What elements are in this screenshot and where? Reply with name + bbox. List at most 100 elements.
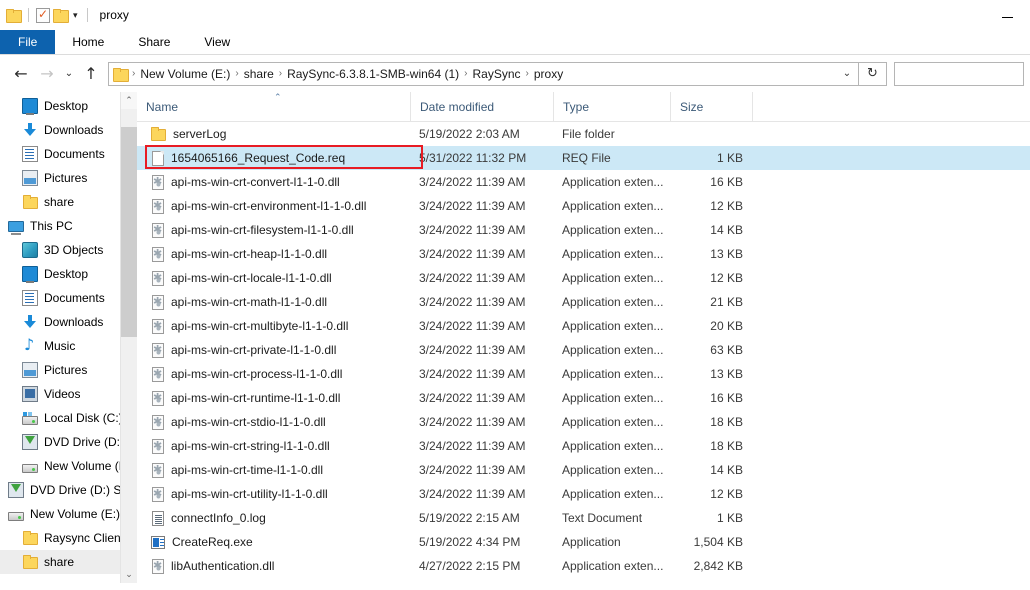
breadcrumb[interactable]: › New Volume (E:) › share › RaySync-6.3.… [108, 61, 859, 86]
table-row[interactable]: license_0.log5/19/2022 2:05 AMText Docum… [137, 578, 1030, 583]
sidebar-item-music[interactable]: Music [0, 334, 137, 358]
scroll-down-icon[interactable]: ⌄ [121, 566, 137, 583]
dll-icon [152, 222, 164, 238]
chevron-down-icon[interactable]: ▾ [71, 10, 80, 21]
scroll-up-icon[interactable]: ⌃ [121, 92, 137, 109]
file-name-cell[interactable]: api-ms-win-crt-utility-l1-1-0.dll [137, 486, 410, 502]
music-icon [22, 335, 38, 354]
sidebar-item-3d-objects[interactable]: 3D Objects [0, 238, 137, 262]
file-name-cell[interactable]: api-ms-win-crt-private-l1-1-0.dll [137, 342, 410, 358]
table-row[interactable]: api-ms-win-crt-filesystem-l1-1-0.dll 3/24… [137, 218, 1030, 242]
column-header-date-modified[interactable]: Date modified [410, 92, 553, 122]
tab-view[interactable]: View [187, 30, 247, 54]
file-name-cell[interactable]: api-ms-win-crt-multibyte-l1-1-0.dll [137, 318, 410, 334]
file-name-cell[interactable]: api-ms-win-crt-heap-l1-1-0.dll [137, 246, 410, 262]
table-row[interactable]: api-ms-win-crt-locale-l1-1-0.dll 3/24/202… [137, 266, 1030, 290]
navigation-scrollbar[interactable]: ⌃ ⌄ [120, 92, 137, 583]
file-name-cell[interactable]: connectInfo_0.log [137, 510, 410, 526]
sort-ascending-icon: ⌃ [274, 92, 282, 103]
sidebar-item-videos[interactable]: Videos [0, 382, 137, 406]
table-row[interactable]: api-ms-win-crt-stdio-l1-1-0.dll 3/24/2022… [137, 410, 1030, 434]
table-row[interactable]: serverLog 5/19/2022 2:03 AM File folder [137, 122, 1030, 146]
column-header-type[interactable]: Type [553, 92, 670, 122]
sidebar-item-downloads[interactable]: Downloads📌 [0, 118, 137, 142]
column-header-size[interactable]: Size [670, 92, 752, 122]
forward-button[interactable]: → [34, 61, 60, 87]
table-row[interactable]: api-ms-win-crt-environment-l1-1-0.dll 3/2… [137, 194, 1030, 218]
sidebar-item-desktop[interactable]: Desktop📌 [0, 94, 137, 118]
breadcrumb-item-3[interactable]: RaySync [469, 67, 525, 81]
file-name-cell[interactable]: api-ms-win-crt-string-l1-1-0.dll [137, 438, 410, 454]
recent-locations-button[interactable]: ⌄ [60, 61, 78, 87]
file-name-cell[interactable]: CreateReq.exe [137, 535, 410, 549]
minimize-button[interactable] [984, 0, 1030, 30]
file-name-label: api-ms-win-crt-heap-l1-1-0.dll [171, 247, 328, 261]
back-button[interactable]: ← [8, 61, 34, 87]
table-row[interactable]: api-ms-win-crt-process-l1-1-0.dll 3/24/20… [137, 362, 1030, 386]
folder-icon[interactable] [6, 9, 22, 23]
sidebar-item-share[interactable]: share [0, 550, 137, 574]
sidebar-item-raysync-client[interactable]: Raysync Client [0, 526, 137, 550]
sidebar-item-desktop[interactable]: Desktop [0, 262, 137, 286]
sidebar-item-this-pc[interactable]: This PC [0, 214, 137, 238]
table-row[interactable]: connectInfo_0.log 5/19/2022 2:15 AM Text D… [137, 506, 1030, 530]
table-row[interactable]: api-ms-win-crt-utility-l1-1-0.dll 3/24/20… [137, 482, 1030, 506]
table-row[interactable]: 1654065166_Request_Code.req 5/31/2022 11:… [137, 146, 1030, 170]
file-name-cell[interactable]: api-ms-win-crt-time-l1-1-0.dll [137, 462, 410, 478]
file-size-cell: 63 KB [710, 343, 743, 357]
breadcrumb-item-2[interactable]: RaySync-6.3.8.1-SMB-win64 (1) [283, 67, 463, 81]
file-name-label: api-ms-win-crt-string-l1-1-0.dll [171, 439, 330, 453]
table-row[interactable]: api-ms-win-crt-math-l1-1-0.dll 3/24/2022 … [137, 290, 1030, 314]
table-row[interactable]: api-ms-win-crt-string-l1-1-0.dll 3/24/202… [137, 434, 1030, 458]
up-button[interactable]: ↑ [78, 61, 104, 87]
sidebar-item-pictures[interactable]: Pictures [0, 358, 137, 382]
drive-icon [22, 463, 38, 473]
file-name-cell[interactable]: api-ms-win-crt-math-l1-1-0.dll [137, 294, 410, 310]
sidebar-item-share[interactable]: share [0, 190, 137, 214]
table-row[interactable]: api-ms-win-crt-heap-l1-1-0.dll 3/24/2022 … [137, 242, 1030, 266]
search-input[interactable] [894, 61, 1024, 86]
sidebar-item-dvd-drive-d-ss[interactable]: DVD Drive (D:) SS [0, 430, 137, 454]
file-name-cell[interactable]: api-ms-win-crt-environment-l1-1-0.dll [137, 198, 410, 214]
scrollbar-thumb[interactable] [121, 127, 137, 337]
column-header-name[interactable]: Name ⌃ [137, 92, 410, 122]
sidebar-item-label: Downloads [44, 315, 104, 329]
file-name-cell[interactable]: api-ms-win-crt-stdio-l1-1-0.dll [137, 414, 410, 430]
sidebar-item-documents[interactable]: Documents📌 [0, 142, 137, 166]
file-name-cell[interactable]: serverLog [137, 126, 410, 142]
table-row[interactable]: api-ms-win-crt-convert-l1-1-0.dll 3/24/20… [137, 170, 1030, 194]
file-name-cell[interactable]: api-ms-win-crt-locale-l1-1-0.dll [137, 270, 410, 286]
sidebar-item-downloads[interactable]: Downloads [0, 310, 137, 334]
table-row[interactable]: api-ms-win-crt-private-l1-1-0.dll 3/24/20… [137, 338, 1030, 362]
file-name-cell[interactable]: api-ms-win-crt-filesystem-l1-1-0.dll [137, 222, 410, 238]
tab-share[interactable]: Share [121, 30, 187, 54]
table-row[interactable]: api-ms-win-crt-time-l1-1-0.dll 3/24/2022 … [137, 458, 1030, 482]
table-row[interactable]: api-ms-win-crt-runtime-l1-1-0.dll 3/24/20… [137, 386, 1030, 410]
chevron-down-icon[interactable]: ⌄ [838, 68, 856, 79]
dll-icon [152, 414, 164, 430]
breadcrumb-item-4[interactable]: proxy [530, 67, 567, 81]
refresh-button[interactable]: ↻ [859, 61, 887, 86]
breadcrumb-item-0[interactable]: New Volume (E:) [136, 67, 234, 81]
file-name-cell[interactable]: api-ms-win-crt-process-l1-1-0.dll [137, 366, 410, 382]
sidebar-item-pictures[interactable]: Pictures📌 [0, 166, 137, 190]
table-row[interactable]: api-ms-win-crt-multibyte-l1-1-0.dll 3/24/… [137, 314, 1030, 338]
file-name-cell[interactable]: api-ms-win-crt-convert-l1-1-0.dll [137, 174, 410, 190]
file-name-cell[interactable]: api-ms-win-crt-runtime-l1-1-0.dll [137, 390, 410, 406]
file-name-cell[interactable]: libAuthentication.dll [137, 558, 410, 574]
table-row[interactable]: libAuthentication.dll 4/27/2022 2:15 PM Ap… [137, 554, 1030, 578]
new-folder-icon[interactable] [53, 9, 69, 23]
file-name-cell[interactable]: 1654065166_Request_Code.req [137, 150, 410, 166]
file-date-cell: 4/27/2022 2:15 PM [419, 559, 521, 573]
breadcrumb-item-1[interactable]: share [240, 67, 278, 81]
sidebar-item-new-volume-e[interactable]: New Volume (E:) [0, 454, 137, 478]
properties-icon[interactable] [36, 7, 50, 23]
sidebar-item-local-disk-c[interactable]: Local Disk (C:) [0, 406, 137, 430]
table-row[interactable]: CreateReq.exe 5/19/2022 4:34 PM Applicatio… [137, 530, 1030, 554]
sidebar-item-documents[interactable]: Documents [0, 286, 137, 310]
sidebar-item-dvd-drive-d-sss[interactable]: DVD Drive (D:) SSS [0, 478, 137, 502]
file-name-cell[interactable]: license_0.log [137, 582, 410, 583]
sidebar-item-new-volume-e[interactable]: New Volume (E:) [0, 502, 137, 526]
tab-home[interactable]: Home [55, 30, 121, 54]
tab-file[interactable]: File [0, 30, 56, 54]
